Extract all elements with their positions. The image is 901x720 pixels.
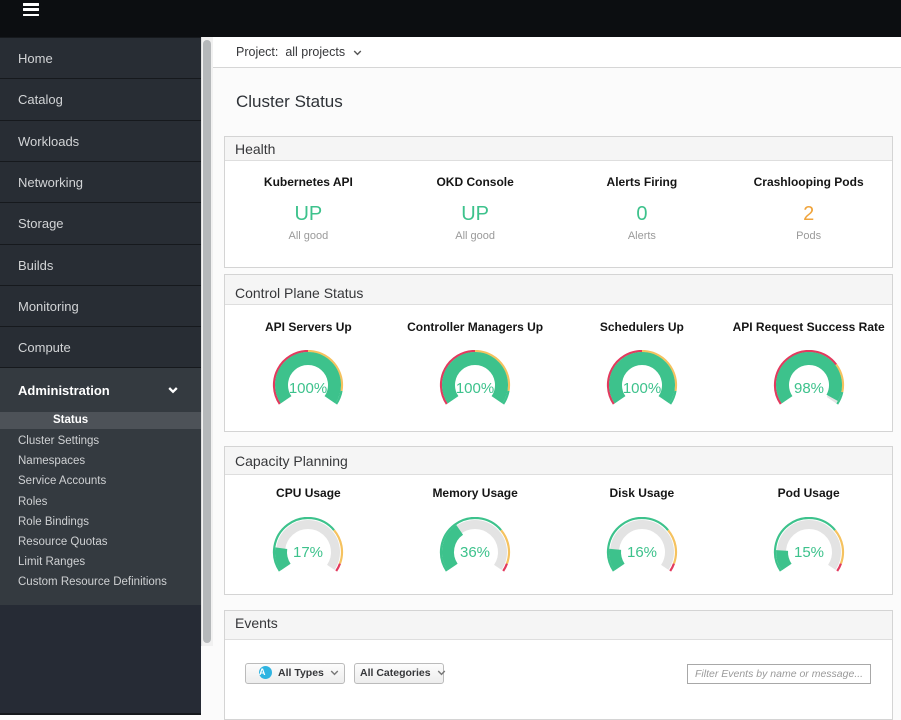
svg-text:15%: 15% [794,544,824,561]
svg-text:17%: 17% [293,544,323,561]
svg-text:36%: 36% [460,544,490,561]
svg-text:100%: 100% [623,380,661,397]
svg-text:100%: 100% [456,380,494,397]
svg-text:100%: 100% [289,380,327,397]
svg-text:16%: 16% [627,544,657,561]
svg-text:98%: 98% [794,380,824,397]
